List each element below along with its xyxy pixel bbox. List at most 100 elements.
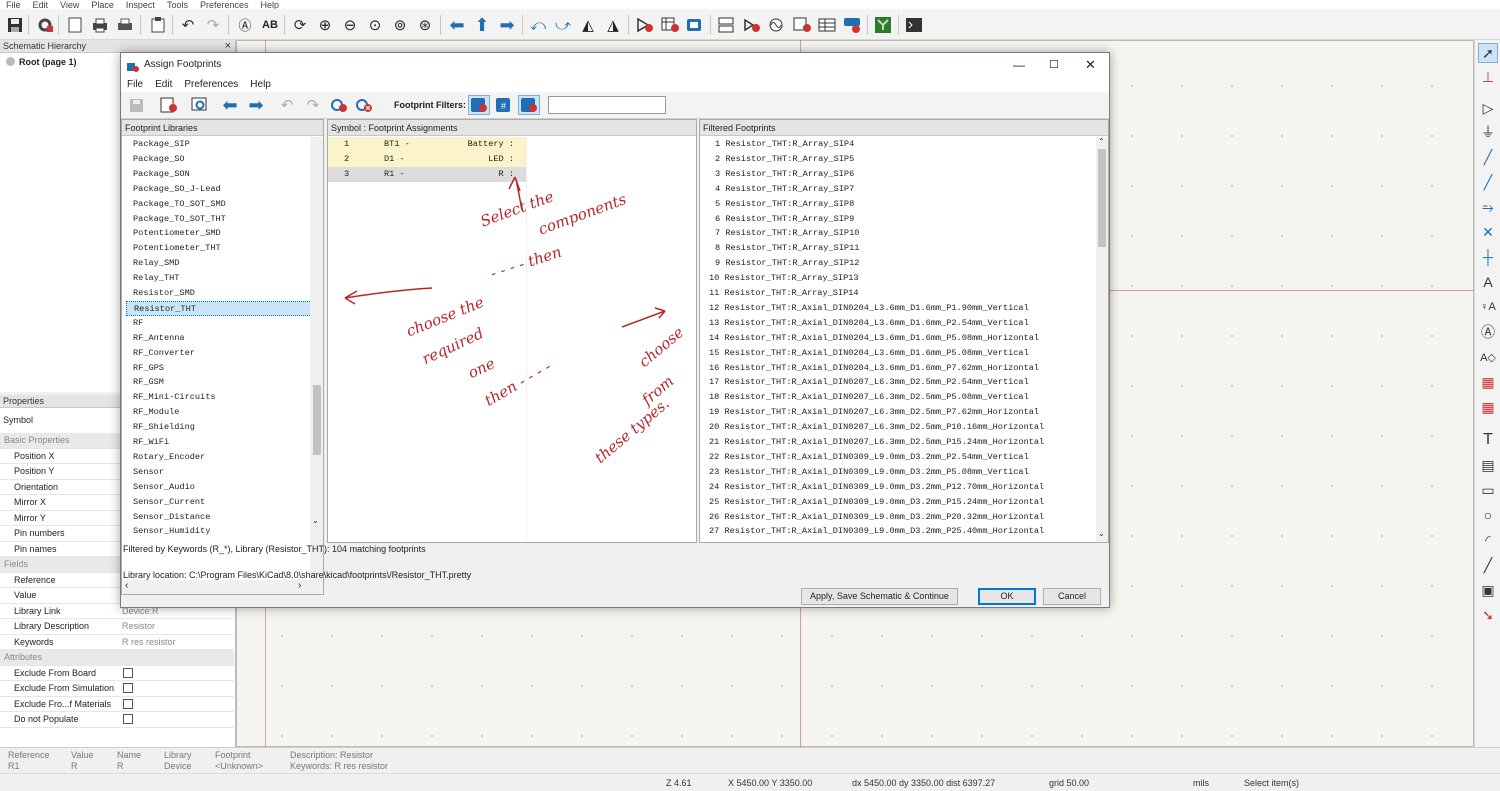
chevron-up-icon[interactable]: ⌃ xyxy=(1098,137,1105,146)
property-checkbox[interactable] xyxy=(123,714,133,724)
zoom-objects-icon[interactable]: ⊚ xyxy=(390,15,410,35)
dialog-menu-edit[interactable]: Edit xyxy=(155,79,172,90)
dialog-menu-preferences[interactable]: Preferences xyxy=(184,79,238,90)
hierarchy-root-item[interactable]: Root (page 1) xyxy=(6,57,77,67)
library-list-item[interactable]: Potentiometer_SMD xyxy=(126,226,310,241)
library-list-item[interactable]: RF xyxy=(126,316,310,331)
add-sheet-icon[interactable]: ▦ xyxy=(1478,372,1498,392)
footprint-list-item[interactable]: 1 Resistor_THT:R_Array_SIP4 xyxy=(700,137,1096,152)
library-list-item[interactable]: RF_GSM xyxy=(126,375,310,390)
mirror-horizontal-icon[interactable]: ◮ xyxy=(603,15,623,35)
library-list-item[interactable]: Sensor_Distance xyxy=(126,510,310,525)
dialog-menu-help[interactable]: Help xyxy=(250,79,271,90)
section-attributes[interactable]: Attributes xyxy=(0,650,234,666)
property-checkbox[interactable] xyxy=(123,667,133,678)
bom-icon[interactable] xyxy=(792,15,812,35)
chevron-left-icon[interactable]: ‹ xyxy=(125,580,128,591)
library-list-item[interactable]: RF_GPS xyxy=(126,361,310,376)
property-row[interactable]: Do not Populate xyxy=(0,712,234,728)
library-list-item[interactable]: Sensor_Audio xyxy=(126,480,310,495)
footprint-list-item[interactable]: 18 Resistor_THT:R_Axial_DIN0207_L6.3mm_D… xyxy=(700,390,1096,405)
footprint-list-item[interactable]: 10 Resistor_THT:R_Array_SIP13 xyxy=(700,271,1096,286)
pcb-editor-icon[interactable] xyxy=(873,15,893,35)
property-row[interactable]: Exclude Fro...f Materials xyxy=(0,697,234,712)
footprint-list-item[interactable]: 3 Resistor_THT:R_Array_SIP6 xyxy=(700,167,1096,182)
footprint-list-item[interactable]: 8 Resistor_THT:R_Array_SIP11 xyxy=(700,241,1096,256)
library-list-item[interactable]: Resistor_THT xyxy=(126,300,310,316)
chevron-right-icon[interactable]: › xyxy=(298,580,301,591)
assignment-row[interactable]: 1 BT1 - Battery : xyxy=(328,137,526,152)
schematic-setup-icon[interactable] xyxy=(35,15,55,35)
footprint-list-item[interactable]: 5 Resistor_THT:R_Array_SIP8 xyxy=(700,197,1096,212)
footprint-list-item[interactable]: 26 Resistor_THT:R_Axial_DIN0309_L9.0mm_D… xyxy=(700,510,1096,525)
find-replace-icon[interactable]: AB xyxy=(260,15,280,35)
libraries-horizontal-scrollbar[interactable]: ‹ › xyxy=(122,580,323,594)
library-list-item[interactable]: Package_SO_J-Lead xyxy=(126,182,310,197)
library-list-item[interactable]: Package_SIP xyxy=(126,137,310,152)
import-sheet-pin-icon[interactable]: ▦ xyxy=(1478,397,1498,417)
menu-inspect[interactable]: Inspect xyxy=(126,1,155,10)
no-connect-icon[interactable]: ✕ xyxy=(1478,222,1498,242)
add-circle-icon[interactable]: ○ xyxy=(1478,505,1498,525)
library-list-item[interactable]: Package_TO_SOT_SMD xyxy=(126,197,310,212)
chevron-down-icon[interactable]: ⌄ xyxy=(312,516,319,525)
footprint-list-item[interactable]: 6 Resistor_THT:R_Array_SIP9 xyxy=(700,212,1096,227)
footprint-viewer-icon[interactable] xyxy=(158,95,180,115)
property-row[interactable]: Library Description Resistor xyxy=(0,619,234,635)
mirror-vertical-icon[interactable]: ◭ xyxy=(578,15,598,35)
footprint-list-item[interactable]: 2 Resistor_THT:R_Array_SIP5 xyxy=(700,152,1096,167)
zoom-out-icon[interactable]: ⊖ xyxy=(340,15,360,35)
assignment-row[interactable]: 3 R1 - R : xyxy=(328,167,526,182)
delete-all-assignments-icon[interactable] xyxy=(353,95,375,115)
page-settings-icon[interactable] xyxy=(65,15,85,35)
save-icon[interactable] xyxy=(5,15,25,35)
library-list-item[interactable]: RF_Mini-Circuits xyxy=(126,390,310,405)
footprint-list-item[interactable]: 20 Resistor_THT:R_Axial_DIN0207_L6.3mm_D… xyxy=(700,420,1096,435)
add-textbox-icon[interactable]: ▤ xyxy=(1478,455,1498,475)
property-row[interactable]: Exclude From Simulation xyxy=(0,681,234,697)
filter-keywords-icon[interactable] xyxy=(468,95,490,115)
property-checkbox[interactable] xyxy=(123,698,133,709)
library-list-item[interactable]: Resistor_SMD xyxy=(126,286,310,301)
menu-tools[interactable]: Tools xyxy=(167,1,188,10)
libraries-vertical-scrollbar[interactable]: ⌄ xyxy=(310,137,323,580)
add-wire-icon[interactable]: ╱ xyxy=(1478,147,1498,167)
property-value[interactable]: R res resistor xyxy=(122,635,176,650)
footprint-list-item[interactable]: 24 Resistor_THT:R_Axial_DIN0309_L9.0mm_D… xyxy=(700,480,1096,495)
add-symbol-icon[interactable]: ▷ xyxy=(1478,98,1498,118)
footprints-vertical-scrollbar[interactable]: ⌃ ⌄ xyxy=(1096,137,1108,542)
footprint-list-item[interactable]: 11 Resistor_THT:R_Array_SIP14 xyxy=(700,286,1096,301)
annotate-icon[interactable] xyxy=(635,15,655,35)
library-list-item[interactable]: Relay_SMD xyxy=(126,256,310,271)
library-list-item[interactable]: Sensor xyxy=(126,465,310,480)
library-list-item[interactable]: Package_TO_SOT_THT xyxy=(126,212,310,227)
navigate-back-icon[interactable]: ⬅ xyxy=(447,15,467,35)
menu-place[interactable]: Place xyxy=(91,1,114,10)
property-row[interactable]: Keywords R res resistor xyxy=(0,635,234,650)
paste-icon[interactable] xyxy=(148,15,168,35)
add-image-icon[interactable]: ▣ xyxy=(1478,580,1498,600)
chevron-down-icon[interactable]: ⌄ xyxy=(1098,529,1105,538)
add-arc-icon[interactable]: ◜ xyxy=(1478,530,1498,550)
library-list-item[interactable]: Potentiometer_THT xyxy=(126,241,310,256)
zoom-in-icon[interactable]: ⊕ xyxy=(315,15,335,35)
filter-pin-count-icon[interactable]: # xyxy=(493,95,515,115)
menu-file[interactable]: File xyxy=(6,1,21,10)
cancel-button[interactable]: Cancel xyxy=(1043,588,1101,605)
libraries-scroll-thumb[interactable] xyxy=(313,385,321,455)
ok-button[interactable]: OK xyxy=(978,588,1036,605)
add-netclass-icon[interactable]: ♀A xyxy=(1478,297,1498,317)
assign-footprints-icon[interactable] xyxy=(685,15,705,35)
hierarchy-navigator-icon[interactable]: ⊥ xyxy=(1478,67,1498,87)
library-list-item[interactable]: Package_SO xyxy=(126,152,310,167)
table-icon[interactable] xyxy=(817,15,837,35)
navigate-up-icon[interactable]: ⬆ xyxy=(472,15,492,35)
add-power-icon[interactable]: ⏚ xyxy=(1478,122,1498,142)
zoom-fit-icon[interactable]: ⊙ xyxy=(365,15,385,35)
add-rectangle-icon[interactable]: ▭ xyxy=(1478,480,1498,500)
footprint-list-item[interactable]: 12 Resistor_THT:R_Axial_DIN0204_L3.6mm_D… xyxy=(700,301,1096,316)
footprint-list-item[interactable]: 13 Resistor_THT:R_Axial_DIN0204_L3.6mm_D… xyxy=(700,316,1096,331)
library-list-item[interactable]: Rotary_Encoder xyxy=(126,450,310,465)
print-icon[interactable] xyxy=(90,15,110,35)
menu-help[interactable]: Help xyxy=(260,1,279,10)
